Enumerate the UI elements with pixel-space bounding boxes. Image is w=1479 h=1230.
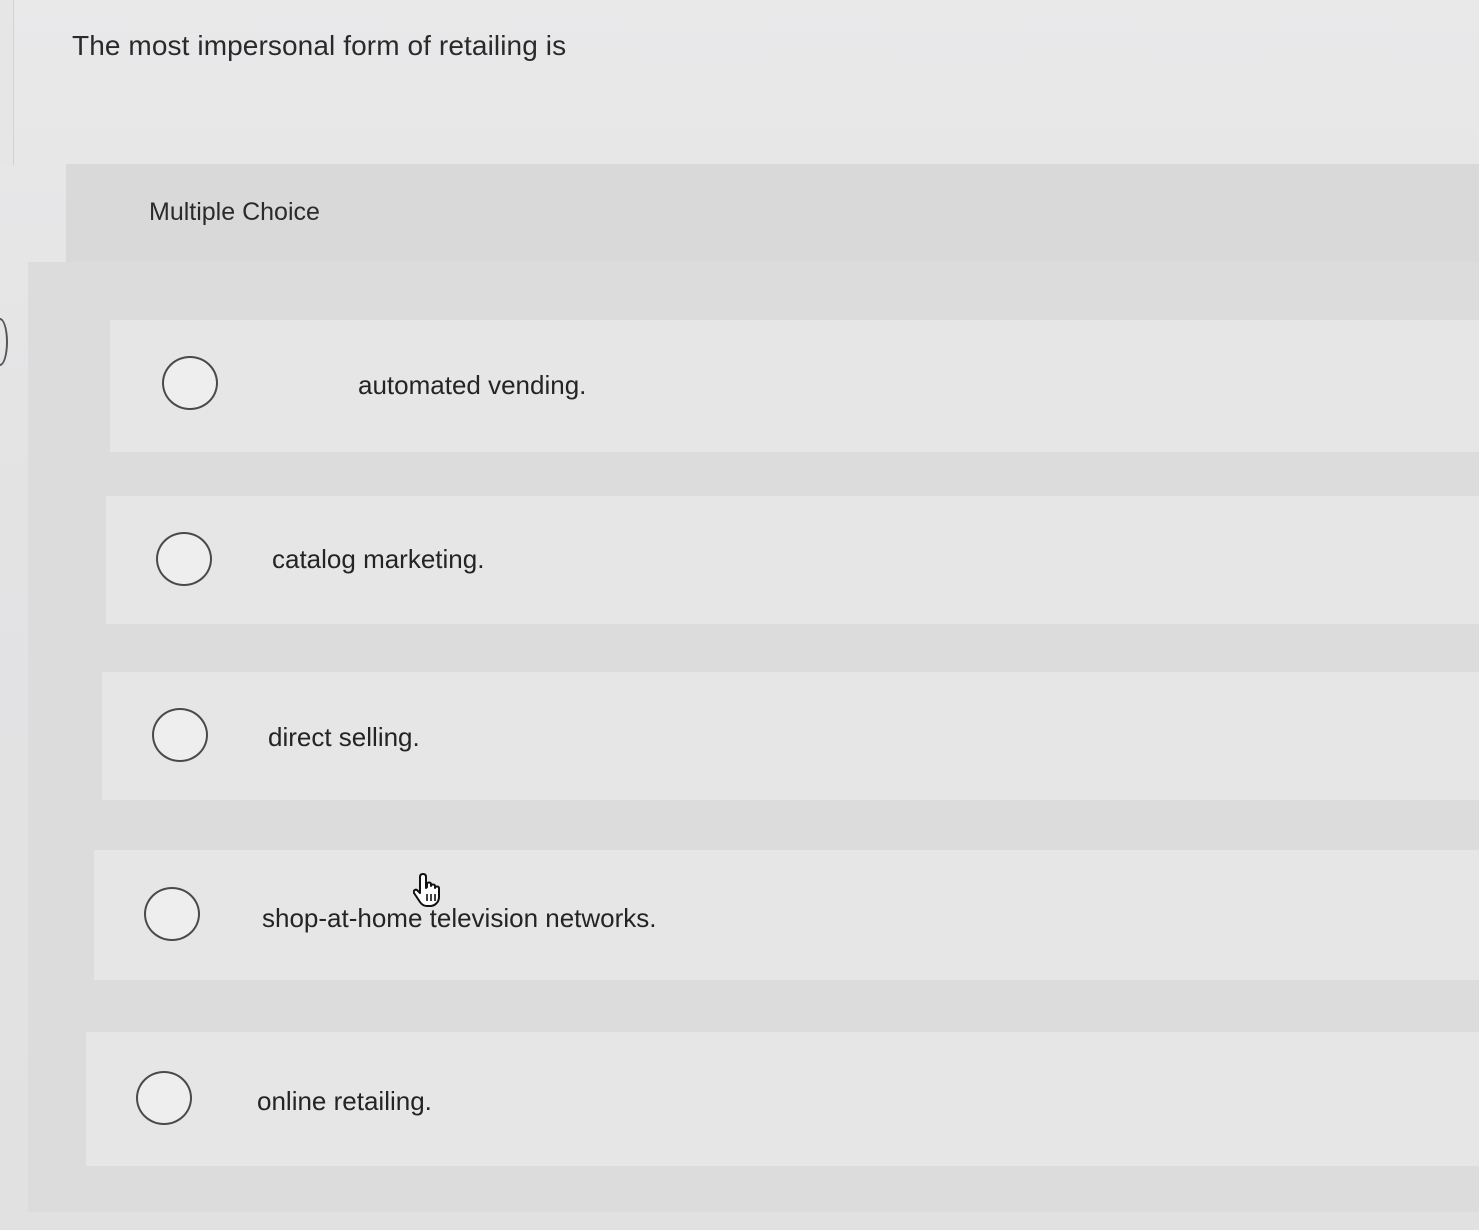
radio-button-icon[interactable] <box>136 1071 192 1125</box>
radio-button-icon[interactable] <box>156 532 212 586</box>
answer-option-4[interactable]: shop-at-home television networks. <box>94 850 1479 980</box>
radio-button-icon[interactable] <box>162 356 218 410</box>
answer-option-3[interactable]: direct selling. <box>102 672 1479 800</box>
left-edge-bracket <box>0 318 8 366</box>
question-type-label: Multiple Choice <box>149 198 320 226</box>
answer-option-1[interactable]: automated vending. <box>110 320 1479 452</box>
question-text: The most impersonal form of retailing is <box>72 30 567 61</box>
radio-button-icon[interactable] <box>144 887 200 941</box>
answer-option-label: catalog marketing. <box>272 544 485 574</box>
hand-pointer-icon <box>413 873 440 907</box>
answer-option-label: online retailing. <box>257 1086 432 1116</box>
quiz-page: The most impersonal form of retailing is… <box>0 0 1479 1230</box>
answer-option-5[interactable]: online retailing. <box>86 1032 1479 1166</box>
left-edge-panel <box>0 0 14 165</box>
answer-option-2[interactable]: catalog marketing. <box>106 496 1479 624</box>
answer-option-label: direct selling. <box>268 722 420 752</box>
radio-button-icon[interactable] <box>152 708 208 762</box>
answer-option-label: automated vending. <box>358 370 587 400</box>
answer-option-label: shop-at-home television networks. <box>262 903 657 933</box>
answer-options-panel: automated vending. catalog marketing. di… <box>28 262 1479 1212</box>
